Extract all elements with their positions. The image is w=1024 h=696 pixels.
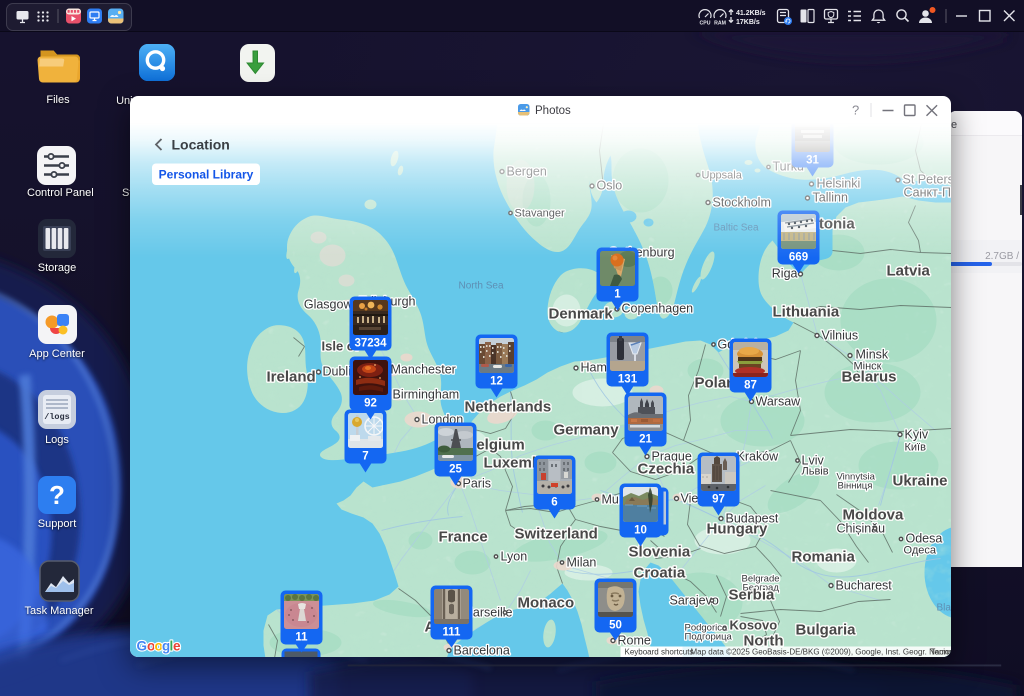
svg-text:?: ? [852, 102, 859, 117]
svg-text:Glasgow: Glasgow [303, 297, 353, 311]
svg-text:Chișinău: Chișinău [836, 521, 885, 535]
svg-text:97: 97 [712, 493, 725, 505]
svg-text:Kyiv: Kyiv [904, 427, 928, 441]
svg-text:6: 6 [551, 496, 557, 508]
svg-text:Black: Black [936, 602, 951, 613]
svg-text:Bulgaria: Bulgaria [795, 621, 856, 638]
svg-text:e: e [173, 638, 181, 653]
svg-text:Riga: Riga [771, 266, 797, 280]
svg-text:CPU: CPU [700, 21, 711, 27]
svg-text:Вінниця: Вінниця [837, 480, 872, 491]
svg-text:Warsaw: Warsaw [755, 394, 801, 408]
svg-text:Croatia: Croatia [633, 564, 685, 581]
svg-text:Denmark: Denmark [548, 305, 613, 322]
svg-text:Monaco: Monaco [517, 594, 574, 611]
svg-text:Ukraine: Ukraine [892, 472, 947, 489]
svg-text:Odesa: Odesa [905, 531, 942, 545]
svg-text:Latvia: Latvia [886, 262, 930, 279]
svg-text:Одеса: Одеса [903, 544, 936, 556]
svg-text:10: 10 [634, 524, 647, 536]
svg-text:Lithuania: Lithuania [772, 303, 839, 320]
svg-text:131: 131 [617, 373, 637, 385]
svg-text:Київ: Київ [904, 441, 926, 453]
svg-text:Lyon: Lyon [500, 549, 527, 563]
svg-text:Paris: Paris [462, 476, 490, 490]
svg-text:Romania: Romania [791, 548, 855, 565]
svg-text:92: 92 [364, 397, 377, 409]
svg-text:Minsk: Minsk [855, 347, 888, 361]
svg-text:Slovenia: Slovenia [628, 543, 690, 560]
svg-text:Germany: Germany [553, 421, 619, 438]
svg-text:Moldova: Moldova [842, 506, 903, 523]
svg-text:Milan: Milan [566, 555, 596, 569]
svg-text:Personal Library: Personal Library [158, 167, 253, 181]
svg-text:Photos: Photos [535, 105, 571, 117]
svg-text:Serbia: Serbia [728, 586, 775, 603]
svg-text:Vilnius: Vilnius [821, 328, 858, 342]
svg-text:41.2KB/s: 41.2KB/s [736, 10, 766, 17]
svg-text:Czechia: Czechia [637, 460, 694, 477]
svg-text:Terms: Terms [930, 647, 951, 656]
svg-text:11: 11 [295, 631, 308, 643]
svg-text:Belarus: Belarus [841, 368, 896, 385]
svg-text:/logs: /logs [44, 412, 70, 422]
svg-text:Location: Location [171, 136, 229, 152]
svg-text:Birmingham: Birmingham [392, 387, 459, 401]
svg-text:Подгорица: Подгорица [684, 631, 732, 642]
svg-text:Kraków: Kraków [736, 449, 779, 463]
svg-text:17KB/s: 17KB/s [736, 19, 760, 26]
svg-text:50: 50 [609, 619, 622, 631]
svg-text:37234: 37234 [354, 337, 387, 349]
svg-text:Kosovo: Kosovo [729, 617, 777, 632]
svg-text:21: 21 [639, 433, 652, 445]
svg-text:25: 25 [449, 463, 462, 475]
svg-text:Copenhagen: Copenhagen [621, 301, 693, 315]
svg-text:Barcelona: Barcelona [453, 643, 509, 657]
svg-text:Manchester: Manchester [390, 362, 455, 376]
svg-text:Rome: Rome [617, 633, 650, 647]
svg-text:North Sea: North Sea [458, 280, 503, 291]
svg-text:7: 7 [362, 450, 368, 462]
svg-text:1: 1 [614, 288, 621, 300]
svg-text:RAM: RAM [714, 21, 726, 27]
svg-text:87: 87 [744, 379, 757, 391]
svg-text:?: ? [49, 480, 65, 510]
svg-text:Switzerland: Switzerland [514, 525, 597, 542]
svg-text:Map data ©2025 GeoBasis-DE/BKG: Map data ©2025 GeoBasis-DE/BKG (©2009), … [690, 647, 951, 656]
svg-text:France: France [438, 528, 487, 545]
svg-text:Hungary: Hungary [706, 520, 768, 537]
svg-text:Bucharest: Bucharest [835, 578, 892, 592]
svg-text:Львів: Львів [801, 465, 828, 477]
svg-text:Ireland: Ireland [266, 368, 315, 385]
svg-text:G: G [136, 638, 147, 653]
svg-text:Netherlands: Netherlands [464, 398, 551, 415]
svg-text:111: 111 [442, 626, 461, 638]
svg-text:12: 12 [490, 375, 503, 387]
svg-text:Keyboard shortcuts: Keyboard shortcuts [624, 647, 693, 656]
